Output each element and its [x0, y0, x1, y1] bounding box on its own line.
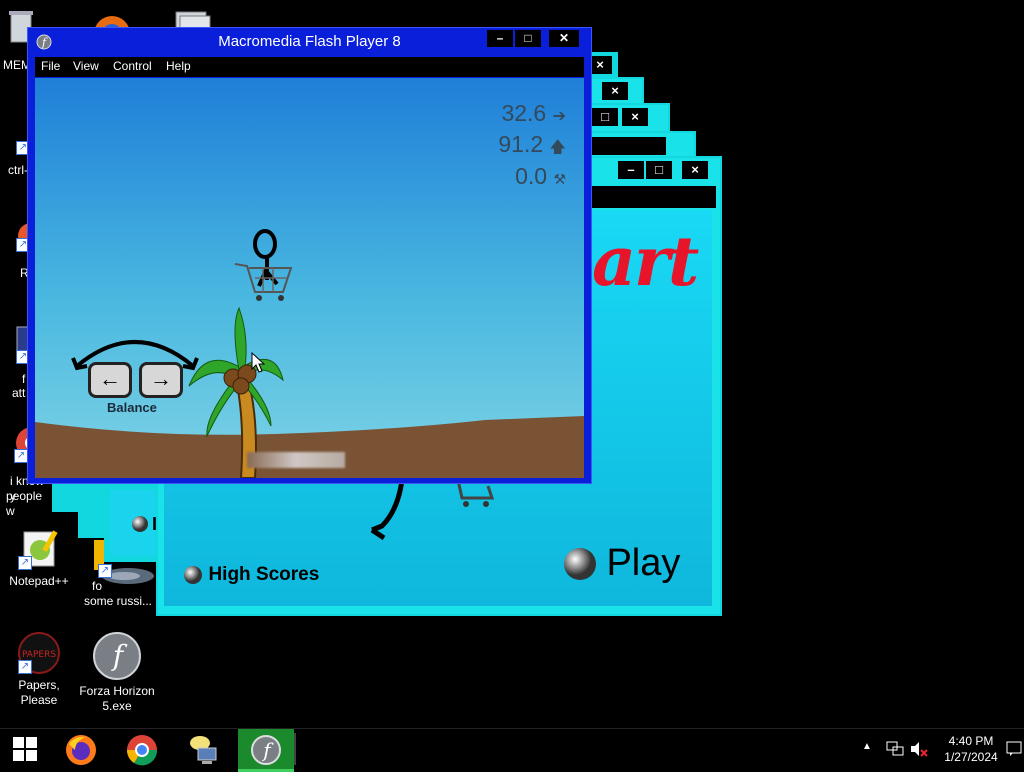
network-icon[interactable]: [886, 741, 904, 757]
menu-help[interactable]: Help: [166, 59, 191, 73]
high-scores-button[interactable]: High Scores: [182, 564, 319, 586]
desktop-label-notepadpp: Notepad++: [9, 574, 69, 588]
chrome-icon-desktop[interactable]: ↗: [14, 425, 28, 473]
taskbar-flash-player[interactable]: f: [238, 729, 294, 772]
close-button[interactable]: ×: [622, 108, 648, 126]
firefox-icon: [66, 735, 96, 765]
chrome-icon: [126, 735, 158, 766]
hud-score: 0.0 ⚒: [515, 163, 566, 190]
taskbar: f ▲ 4:40 PM 1/27/2024: [0, 728, 1024, 772]
clock[interactable]: 4:40 PM 1/27/2024: [936, 733, 1006, 765]
notification-icon[interactable]: [1006, 741, 1022, 757]
maximize-button[interactable]: □: [646, 161, 672, 179]
desktop-label-fo: fo: [92, 579, 103, 593]
play-button[interactable]: Play: [562, 542, 680, 585]
play-label: Play: [606, 542, 681, 584]
shortcut-arrow-icon: ↗: [18, 556, 32, 570]
windows-icon: [13, 737, 37, 761]
orb-icon: [184, 566, 202, 584]
bg-window-frame-b: [78, 478, 106, 538]
hud-distance: 32.6 ➔: [501, 100, 566, 127]
maximize-button[interactable]: □: [592, 108, 618, 126]
menu-file[interactable]: File: [41, 59, 60, 73]
menu-control[interactable]: Control: [113, 59, 152, 73]
balance-label: Balance: [107, 400, 157, 415]
desktop-label-people: people w: [6, 489, 43, 518]
volume-muted-icon[interactable]: [910, 741, 928, 757]
papers-please-icon: PAPERS ↗: [18, 632, 60, 674]
taskbar-separator: [294, 733, 296, 765]
hud-distance-value: 32.6: [501, 100, 547, 126]
window-body: [592, 137, 666, 155]
left-arrow-key[interactable]: ←: [88, 362, 132, 398]
minimize-button[interactable]: –: [487, 30, 513, 47]
close-button[interactable]: ×: [682, 161, 708, 179]
hud-height-value: 91.2: [498, 131, 544, 157]
tilt-icon: ⚒: [553, 171, 566, 187]
desktop-icon-forza[interactable]: f Forza Horizon 5.exe: [78, 632, 156, 714]
arrow-right-icon: ➔: [552, 108, 566, 125]
desktop-icon-notepadpp[interactable]: ↗ Notepad++: [0, 528, 78, 589]
shortcut-arrow-icon: ↗: [18, 660, 32, 674]
game-logo-text: art: [592, 222, 699, 302]
minimize-button[interactable]: –: [618, 161, 644, 179]
stick-figure-legs: [370, 480, 495, 541]
desktop-label-papers-please: Papers, Please: [18, 678, 60, 707]
desktop-label-att: att: [12, 386, 26, 400]
game-stage[interactable]: 32.6 ➔ 91.2 🡅 0.0 ⚒ ← → Balance: [35, 78, 584, 478]
bg-window-frame-c[interactable]: I: [104, 484, 158, 562]
mouse-cursor-icon: [251, 352, 265, 373]
taskbar-chrome[interactable]: [114, 729, 170, 769]
network-computer-icon: [190, 736, 217, 764]
clock-time: 4:40 PM: [948, 734, 994, 748]
arrow-up-icon: 🡅: [549, 139, 566, 156]
desktop-label-ctrl: ctrl-: [8, 163, 28, 177]
svg-text:PAPERS: PAPERS: [22, 650, 56, 660]
close-button[interactable]: ×: [602, 82, 628, 100]
menu-view[interactable]: View: [73, 59, 99, 73]
high-scores-label: High Scores: [208, 564, 320, 585]
clock-date: 1/27/2024: [944, 750, 998, 764]
hud-height: 91.2 🡅: [498, 131, 566, 163]
maximize-button[interactable]: □: [515, 30, 541, 47]
right-arrow-key[interactable]: →: [139, 362, 183, 398]
start-button[interactable]: [0, 729, 50, 769]
blurred-overlay: [247, 452, 345, 468]
hud-score-value: 0.0: [515, 163, 548, 189]
shortcut-arrow-icon: ↗: [98, 564, 112, 578]
desktop-label-mem: MEM: [3, 58, 29, 72]
tray-chevron-icon[interactable]: ▲: [862, 741, 872, 752]
shortcut-arrow-icon: ↗: [14, 449, 28, 463]
orb-icon: [132, 516, 148, 532]
menu-bar: File View Control Help: [35, 57, 584, 77]
desktop-label-forza: Forza Horizon 5.exe: [79, 684, 155, 713]
taskbar-firefox[interactable]: [54, 729, 110, 769]
flash-file-icon: f: [93, 632, 141, 680]
bg-menu-partial-label: I: [152, 514, 158, 534]
flash-icon: f: [251, 735, 281, 765]
flash-player-window[interactable]: f Macromedia Flash Player 8 – □ ✕ File V…: [27, 27, 592, 484]
close-button[interactable]: ✕: [549, 30, 579, 47]
stick-figure-cart: [234, 229, 293, 301]
orb-icon: [564, 547, 596, 580]
desktop-icon-papers-please[interactable]: PAPERS ↗ Papers, Please: [0, 632, 78, 708]
notepadpp-icon: ↗: [18, 528, 60, 570]
desktop-label-some-russi: some russi...: [84, 594, 153, 608]
taskbar-network-app[interactable]: [176, 729, 232, 769]
